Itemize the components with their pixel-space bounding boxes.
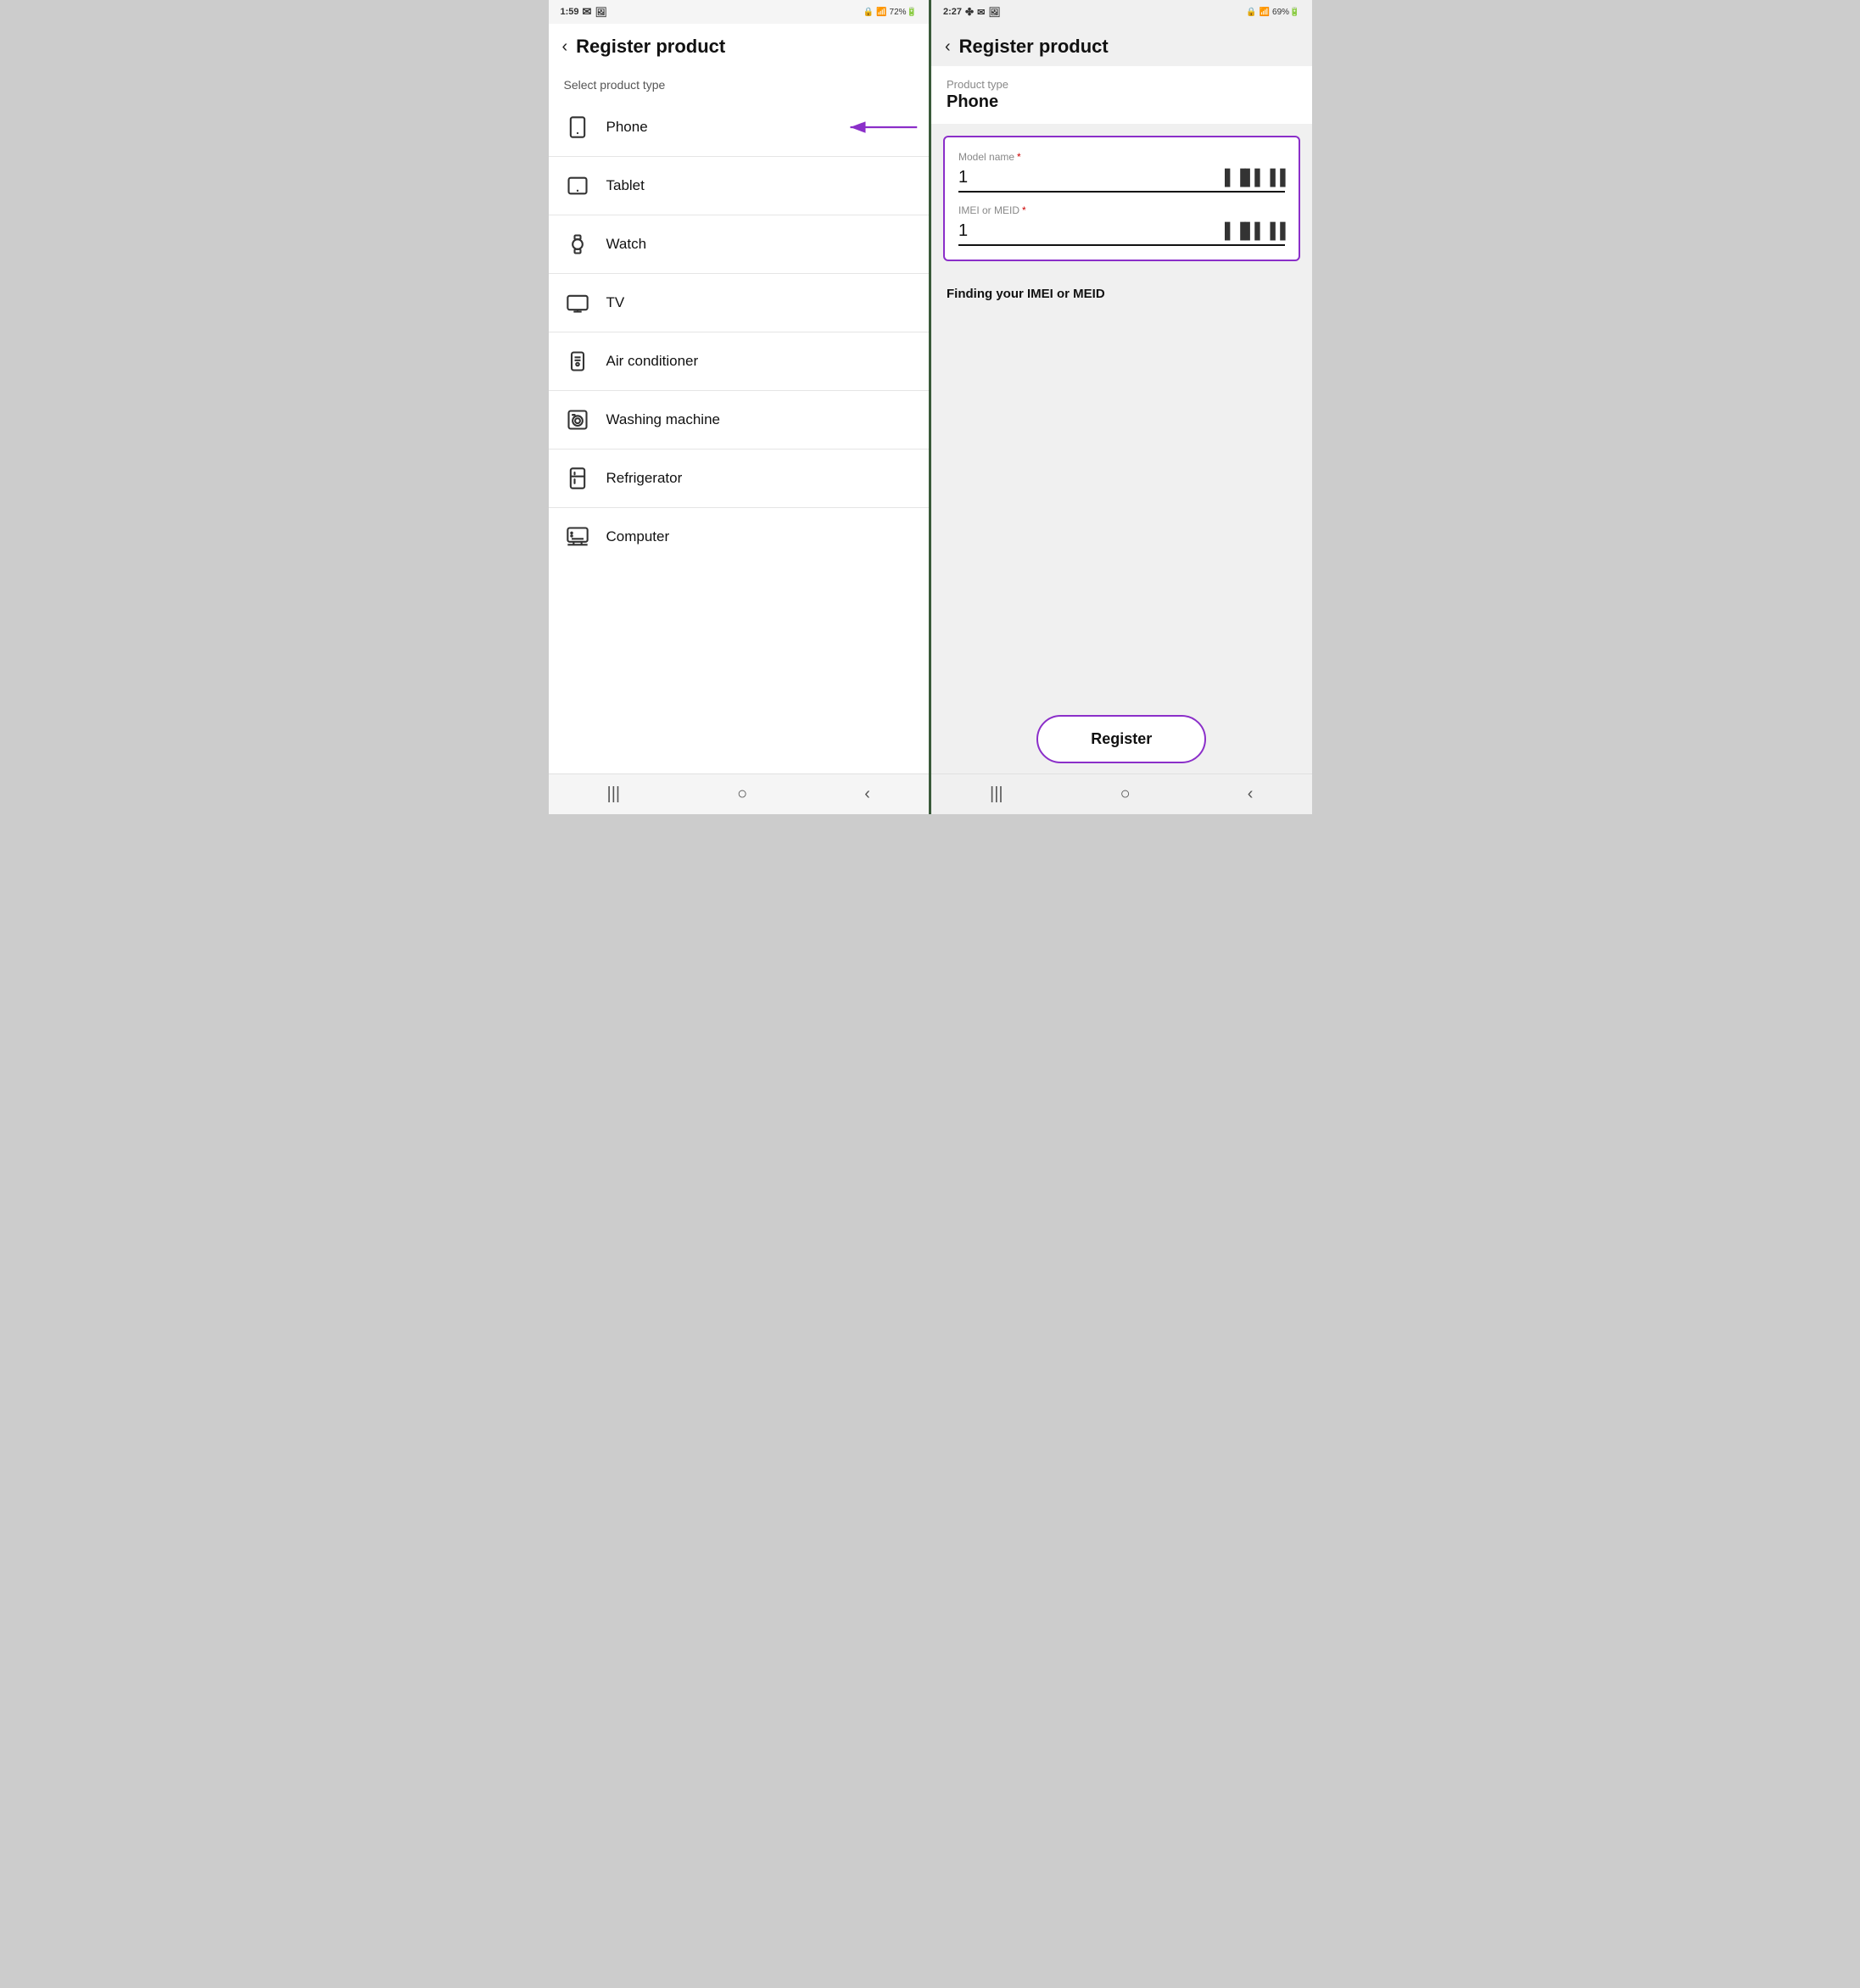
- header-right: ‹ Register product: [931, 24, 1312, 66]
- imei-row: ▌▐▌▌▐▐: [958, 221, 1285, 246]
- product-item-watch[interactable]: Watch: [549, 215, 930, 274]
- nav-back-right[interactable]: ‹: [1248, 785, 1254, 804]
- nav-back-left[interactable]: ‹: [864, 785, 870, 804]
- product-name-tablet: Tablet: [606, 177, 645, 194]
- nav-bar-right: ||| ○ ‹: [931, 773, 1312, 814]
- tv-icon: [564, 289, 591, 316]
- form-card: Model name * ▌▐▌▌▐▐ IMEI or MEID * ▌▐▌▌▐…: [943, 136, 1300, 261]
- nav-home-right[interactable]: ○: [1120, 785, 1131, 804]
- header-left: ‹ Register product: [549, 24, 930, 66]
- product-item-ac[interactable]: Air conditioner: [549, 332, 930, 391]
- page-title-right: Register product: [959, 36, 1109, 58]
- right-screen: 2:27 ✤ ✉ 🖼 🔒 📶 69%🔋 ‹ Register product P…: [931, 0, 1312, 814]
- imei-required: *: [1022, 204, 1026, 216]
- model-name-barcode-icon[interactable]: ▌▐▌▌▐▐: [1225, 169, 1285, 187]
- imei-barcode-icon[interactable]: ▌▐▌▌▐▐: [1225, 222, 1285, 240]
- model-name-label: Model name *: [958, 151, 1285, 163]
- status-icons-left: 🔒 📶 72%🔋: [863, 8, 917, 17]
- ac-icon: [564, 348, 591, 375]
- model-name-row: ▌▐▌▌▐▐: [958, 168, 1285, 193]
- product-name-tv: TV: [606, 294, 625, 311]
- product-name-phone: Phone: [606, 119, 648, 136]
- nav-recent-left[interactable]: |||: [607, 785, 621, 804]
- left-screen: 1:59 ✉ 🖼 🔒 📶 72%🔋 ‹ Register product Sel…: [549, 0, 932, 814]
- product-type-value: Phone: [947, 92, 1297, 112]
- product-type-section: Product type Phone: [931, 66, 1312, 124]
- status-time-left: 1:59 ✉ 🖼: [561, 5, 607, 19]
- purple-arrow-annotation: [844, 114, 920, 140]
- product-item-phone[interactable]: Phone: [549, 98, 930, 157]
- page-title-left: Register product: [576, 36, 725, 58]
- status-icons-right: 🔒 📶 69%🔋: [1246, 8, 1299, 17]
- model-name-required: *: [1017, 151, 1021, 163]
- product-name-washer: Washing machine: [606, 411, 721, 428]
- section-label: Select product type: [549, 66, 930, 98]
- imei-label: IMEI or MEID *: [958, 204, 1285, 216]
- product-name-watch: Watch: [606, 236, 647, 253]
- phone-icon: [564, 114, 591, 141]
- product-item-computer[interactable]: Computer: [549, 508, 930, 566]
- back-button-left[interactable]: ‹: [562, 37, 568, 57]
- finding-imei-link[interactable]: Finding your IMEI or MEID: [931, 273, 1312, 315]
- model-name-input[interactable]: [958, 168, 1225, 187]
- product-name-fridge: Refrigerator: [606, 470, 683, 487]
- nav-bar-left: ||| ○ ‹: [549, 773, 930, 814]
- status-bar-right: 2:27 ✤ ✉ 🖼 🔒 📶 69%🔋: [931, 0, 1312, 24]
- product-item-fridge[interactable]: Refrigerator: [549, 450, 930, 508]
- watch-icon: [564, 231, 591, 258]
- product-item-tablet[interactable]: Tablet: [549, 157, 930, 215]
- register-btn-container: Register: [931, 715, 1312, 763]
- fridge-icon: [564, 465, 591, 492]
- imei-input[interactable]: [958, 221, 1225, 241]
- status-time-right: 2:27 ✤ ✉ 🖼: [943, 6, 1000, 18]
- product-name-computer: Computer: [606, 528, 670, 545]
- product-list: Phone Tablet: [549, 98, 930, 773]
- register-button[interactable]: Register: [1036, 715, 1206, 763]
- imei-field: IMEI or MEID * ▌▐▌▌▐▐: [958, 204, 1285, 246]
- model-name-field: Model name * ▌▐▌▌▐▐: [958, 151, 1285, 193]
- product-name-ac: Air conditioner: [606, 353, 699, 370]
- product-item-tv[interactable]: TV: [549, 274, 930, 332]
- status-bar-left: 1:59 ✉ 🖼 🔒 📶 72%🔋: [549, 0, 930, 24]
- product-type-label: Product type: [947, 78, 1297, 91]
- back-button-right[interactable]: ‹: [945, 37, 951, 57]
- nav-recent-right[interactable]: |||: [990, 785, 1003, 804]
- washer-icon: [564, 406, 591, 433]
- tablet-icon: [564, 172, 591, 199]
- computer-icon: [564, 523, 591, 550]
- product-item-washer[interactable]: Washing machine: [549, 391, 930, 450]
- nav-home-left[interactable]: ○: [737, 785, 747, 804]
